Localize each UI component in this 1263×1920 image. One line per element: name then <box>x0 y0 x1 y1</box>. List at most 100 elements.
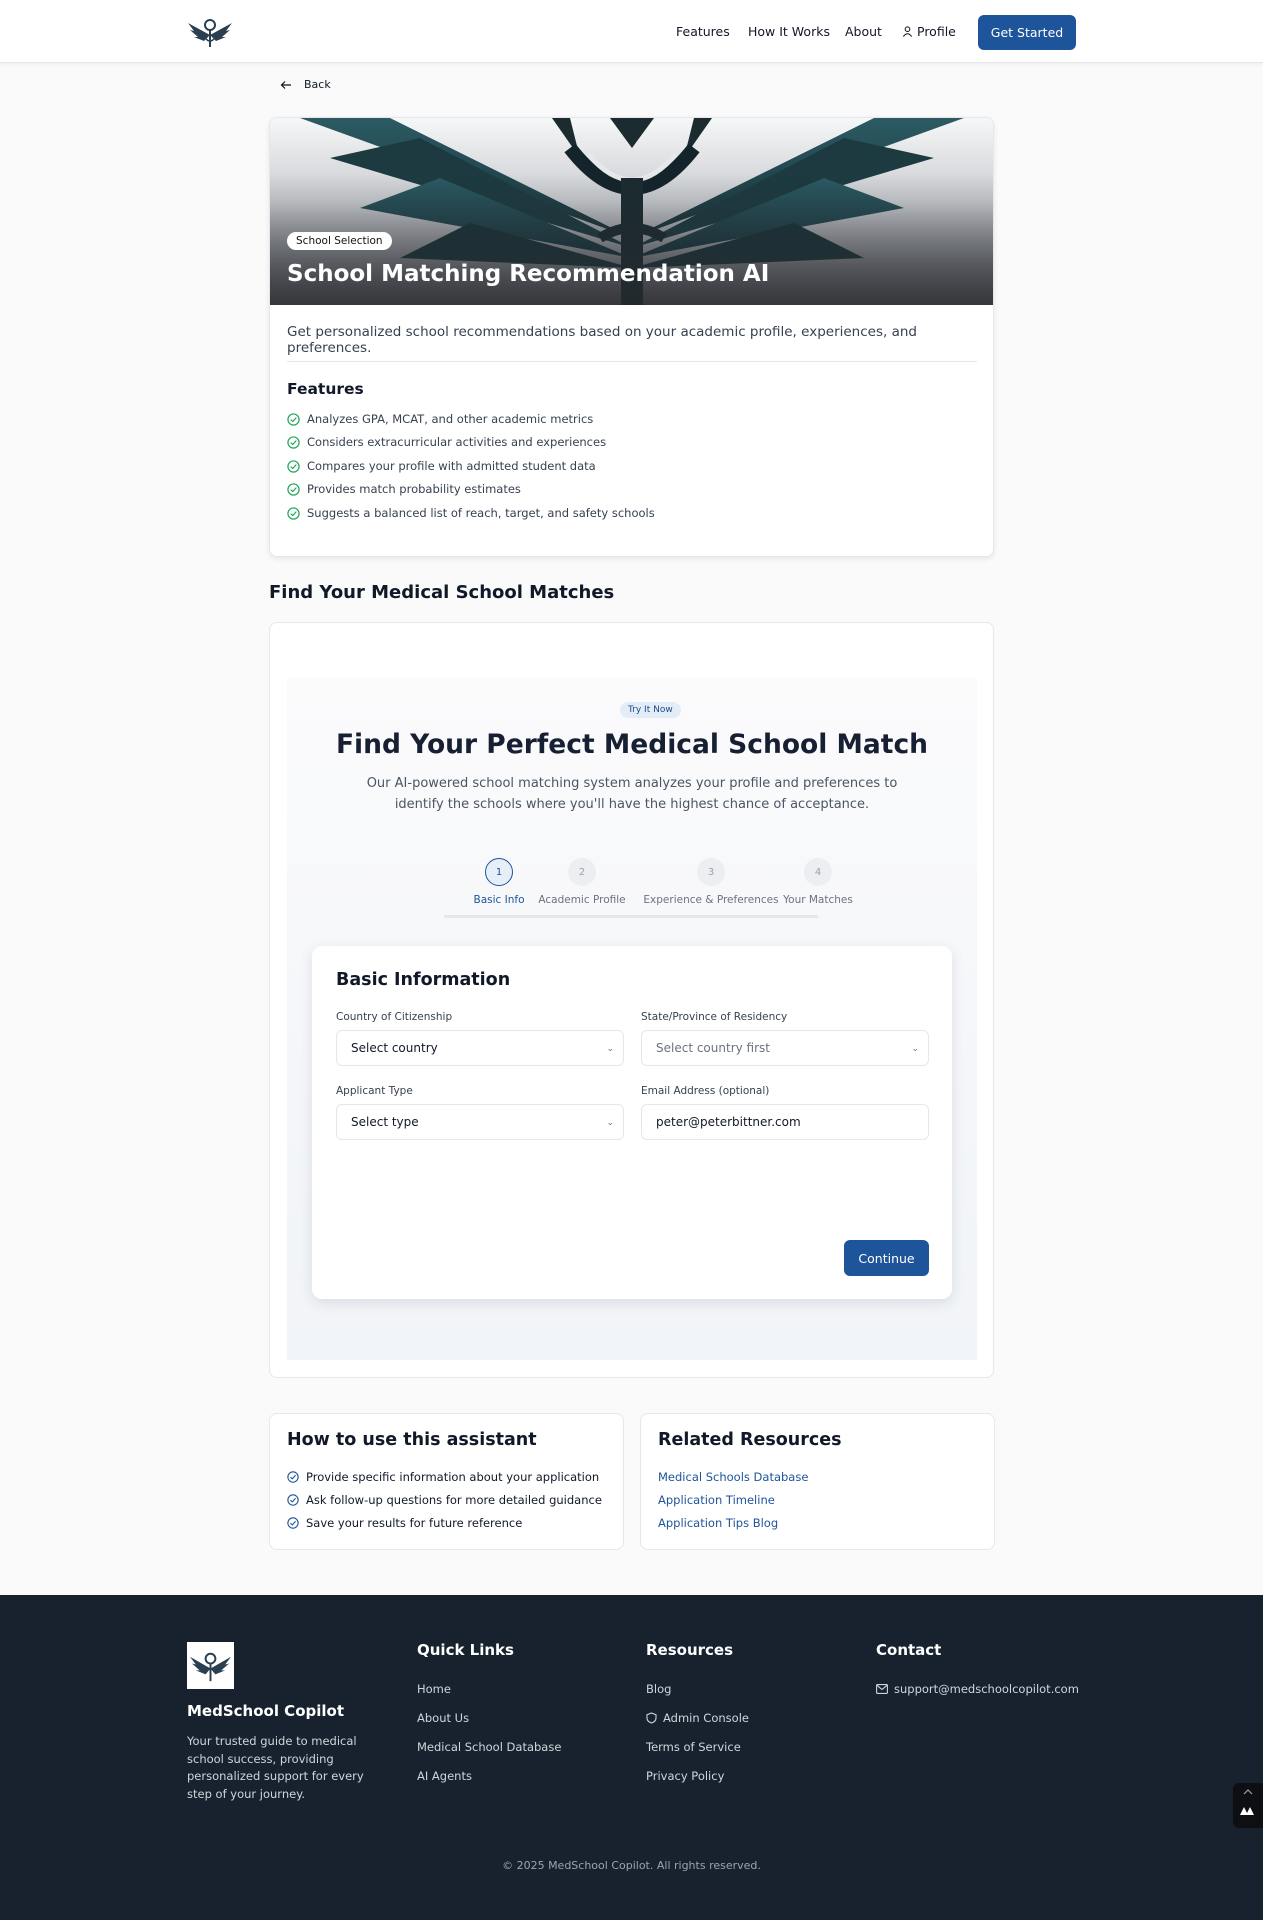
nav-profile-label: Profile <box>917 24 956 39</box>
feature-item: Provides match probability estimates <box>287 482 521 496</box>
check-circle-icon <box>287 1471 299 1483</box>
footer-link-blog[interactable]: Blog <box>646 1682 671 1696</box>
state-select-value: Select country first <box>656 1041 770 1055</box>
copyright: © 2025 MedSchool Copilot. All rights res… <box>502 1859 761 1872</box>
footer-logo <box>187 1642 234 1689</box>
step-number: 2 <box>568 858 596 886</box>
footer-link-privacy-policy[interactable]: Privacy Policy <box>646 1769 724 1783</box>
feature-text: Suggests a balanced list of reach, targe… <box>307 506 655 520</box>
back-button[interactable]: Back <box>280 78 331 91</box>
step-number: 3 <box>697 858 725 886</box>
matcher-description: Our AI-powered school matching system an… <box>366 776 898 812</box>
email-input[interactable]: peter@peterbittner.com <box>641 1104 929 1140</box>
school-matcher-card: Try It Now Find Your Perfect Medical Sch… <box>269 622 994 1378</box>
contact-title: Contact <box>876 1641 942 1659</box>
state-label: State/Province of Residency <box>641 1011 788 1023</box>
arrow-left-icon <box>280 80 291 89</box>
how-to-text: Provide specific information about your … <box>306 1470 600 1484</box>
form-title: Basic Information <box>336 970 511 990</box>
nav-features[interactable]: Features <box>676 24 730 39</box>
footer-link-ai-agents[interactable]: AI Agents <box>417 1769 472 1783</box>
link-application-timeline[interactable]: Application Timeline <box>658 1493 775 1507</box>
shield-icon <box>646 1712 657 1724</box>
footer-contact-email[interactable]: support@medschoolcopilot.com <box>876 1682 1079 1696</box>
feature-text: Considers extracurricular activities and… <box>307 435 607 449</box>
applicant-type-select[interactable]: Select type ⌄ <box>336 1104 624 1140</box>
hero-banner-image: School Selection School Matching Recomme… <box>270 118 993 305</box>
basic-info-form: Basic Information Country of Citizenship… <box>312 946 952 1299</box>
footer-link-terms-of-service[interactable]: Terms of Service <box>646 1740 741 1754</box>
nav-profile[interactable]: Profile <box>902 24 956 39</box>
how-to-use-title: How to use this assistant <box>287 1430 537 1450</box>
footer-link-medical-school-database[interactable]: Medical School Database <box>417 1740 561 1754</box>
contact-email-text: support@medschoolcopilot.com <box>894 1682 1079 1696</box>
quick-links-title: Quick Links <box>417 1641 514 1659</box>
category-badge: School Selection <box>287 232 392 250</box>
check-circle-icon <box>287 435 300 449</box>
feature-text: Compares your profile with admitted stud… <box>307 459 596 473</box>
floating-widget[interactable] <box>1233 1783 1263 1828</box>
logo-wings-icon[interactable] <box>186 15 234 49</box>
applicant-type-value: Select type <box>351 1115 419 1129</box>
check-circle-icon <box>287 412 300 426</box>
step-number: 1 <box>485 858 513 886</box>
step-label: Experience & Preferences <box>643 894 779 906</box>
matcher-panel: Try It Now Find Your Perfect Medical Sch… <box>287 678 977 1360</box>
feature-item: Analyzes GPA, MCAT, and other academic m… <box>287 412 593 426</box>
continue-button[interactable]: Continue <box>844 1240 929 1276</box>
how-to-text: Save your results for future reference <box>306 1516 523 1530</box>
matcher-title: Find Your Perfect Medical School Match <box>335 729 929 760</box>
resources-title: Resources <box>646 1641 734 1659</box>
divider <box>287 361 977 362</box>
country-label: Country of Citizenship <box>336 1011 453 1023</box>
features-heading: Features <box>287 380 364 398</box>
country-select[interactable]: Select country ⌄ <box>336 1030 624 1066</box>
section-title: Find Your Medical School Matches <box>269 582 615 603</box>
how-to-item: Save your results for future reference <box>287 1516 522 1530</box>
step-label: Academic Profile <box>538 894 626 906</box>
link-application-tips-blog[interactable]: Application Tips Blog <box>658 1516 778 1530</box>
nav-how-it-works[interactable]: How It Works <box>748 24 830 39</box>
related-resources-card: Related Resources Medical Schools Databa… <box>640 1413 995 1550</box>
related-resources-title: Related Resources <box>658 1430 842 1450</box>
back-label: Back <box>304 78 331 91</box>
how-to-item: Provide specific information about your … <box>287 1470 599 1484</box>
check-circle-icon <box>287 506 300 520</box>
assistant-description: Get personalized school recommendations … <box>287 324 917 356</box>
feature-item: Considers extracurricular activities and… <box>287 435 606 449</box>
footer-link-about-us[interactable]: About Us <box>417 1711 469 1725</box>
link-medical-schools-database[interactable]: Medical Schools Database <box>658 1470 808 1484</box>
country-select-value: Select country <box>351 1041 438 1055</box>
feature-item: Compares your profile with admitted stud… <box>287 459 596 473</box>
assistant-overview-card: School Selection School Matching Recomme… <box>269 117 994 557</box>
step-progress-track <box>444 915 818 918</box>
chevron-down-icon: ⌄ <box>606 1118 614 1128</box>
feature-text: Analyzes GPA, MCAT, and other academic m… <box>307 412 594 426</box>
how-to-text: Ask follow-up questions for more detaile… <box>306 1493 602 1507</box>
nav-about[interactable]: About <box>845 24 882 39</box>
step-number: 4 <box>804 858 832 886</box>
state-select[interactable]: Select country first ⌄ <box>641 1030 929 1066</box>
footer: MedSchool Copilot Your trusted guide to … <box>0 1595 1263 1920</box>
chevron-down-icon: ⌄ <box>606 1044 614 1054</box>
footer-link-home[interactable]: Home <box>417 1682 451 1696</box>
assistant-title: School Matching Recommendation AI <box>287 261 770 287</box>
email-input-value: peter@peterbittner.com <box>656 1115 801 1129</box>
step-your-matches[interactable]: 4 Your Matches <box>773 858 863 906</box>
get-started-button[interactable]: Get Started <box>978 15 1076 50</box>
try-it-now-badge: Try It Now <box>620 702 681 718</box>
step-academic-profile[interactable]: 2 Academic Profile <box>527 858 637 906</box>
applicant-type-label: Applicant Type <box>336 1085 413 1097</box>
step-label: Your Matches <box>783 894 853 906</box>
footer-tagline: Your trusted guide to medical school suc… <box>187 1734 364 1801</box>
how-to-use-card: How to use this assistant Provide specif… <box>269 1413 624 1550</box>
check-circle-icon <box>287 1517 299 1529</box>
how-to-item: Ask follow-up questions for more detaile… <box>287 1493 602 1507</box>
feature-text: Provides match probability estimates <box>307 482 521 496</box>
user-icon <box>902 26 913 37</box>
top-navbar: Features How It Works About Profile Get … <box>0 0 1263 63</box>
check-circle-icon <box>287 1494 299 1506</box>
step-experience-preferences[interactable]: 3 Experience & Preferences <box>641 858 781 906</box>
footer-link-admin-console[interactable]: Admin Console <box>646 1711 749 1725</box>
email-label: Email Address (optional) <box>641 1085 770 1097</box>
